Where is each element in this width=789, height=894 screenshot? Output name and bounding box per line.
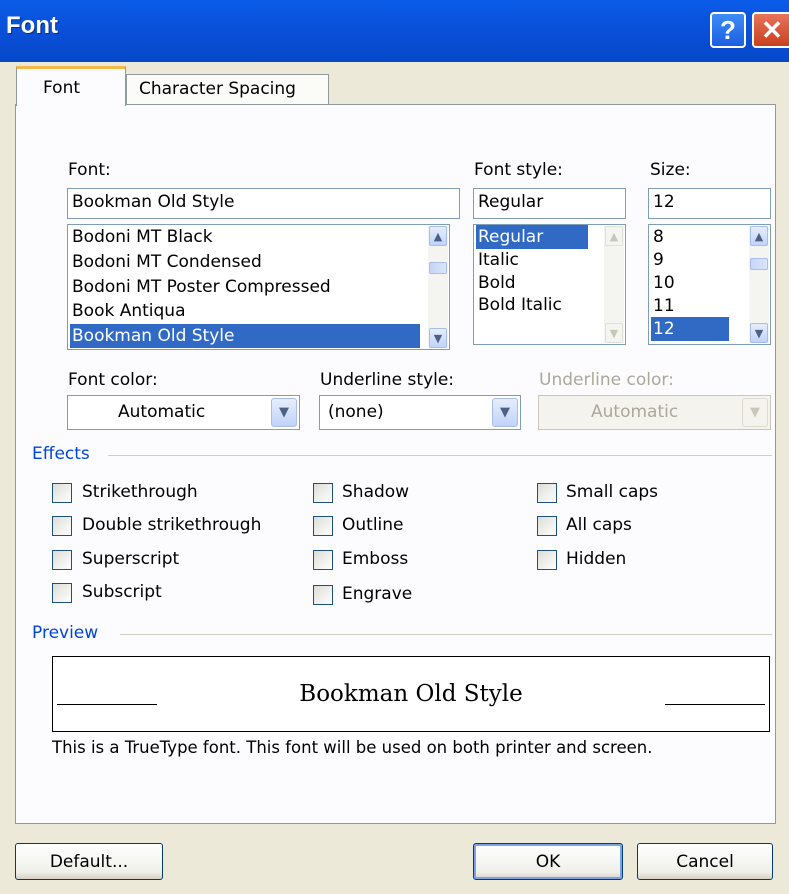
default-button[interactable]: Default... bbox=[15, 843, 163, 880]
underline-style-value: (none) bbox=[328, 402, 384, 422]
font-name-input[interactable]: Bookman Old Style bbox=[67, 188, 460, 219]
font-color-value: Automatic bbox=[118, 402, 206, 422]
hidden-label[interactable]: Hidden bbox=[566, 549, 626, 569]
tab-character-spacing-label: Character Spacing bbox=[139, 79, 296, 99]
scroll-up-arrow-icon[interactable]: ▲ bbox=[429, 226, 447, 246]
subscript-label[interactable]: Subscript bbox=[82, 582, 162, 602]
strikethrough-label[interactable]: Strikethrough bbox=[82, 482, 198, 502]
preview-divider bbox=[120, 634, 772, 635]
engrave-checkbox[interactable] bbox=[313, 585, 333, 605]
all-caps-label[interactable]: All caps bbox=[566, 515, 632, 535]
preview-box: Bookman Old Style bbox=[52, 656, 770, 732]
small-caps-checkbox[interactable] bbox=[537, 483, 557, 503]
font-name-value: Bookman Old Style bbox=[72, 192, 235, 212]
tab-character-spacing[interactable]: Character Spacing bbox=[126, 74, 329, 105]
size-list-scrollbar[interactable]: ▲ ▼ bbox=[749, 226, 769, 343]
default-button-label: Default... bbox=[49, 851, 129, 872]
effects-header: Effects bbox=[32, 444, 90, 464]
chevron-down-icon[interactable]: ▼ bbox=[492, 398, 518, 427]
font-color-label: Font color: bbox=[68, 370, 158, 390]
emboss-checkbox[interactable] bbox=[313, 550, 333, 570]
small-caps-label[interactable]: Small caps bbox=[566, 482, 658, 502]
cancel-button-label: Cancel bbox=[676, 851, 734, 872]
scrollbar-thumb[interactable] bbox=[750, 258, 768, 270]
chevron-down-icon[interactable]: ▼ bbox=[271, 398, 297, 427]
preview-header: Preview bbox=[32, 623, 99, 643]
chevron-down-icon: ▼ bbox=[742, 398, 768, 427]
underline-color-value: Automatic bbox=[591, 402, 679, 422]
list-item[interactable]: Bold bbox=[476, 271, 588, 295]
hidden-checkbox[interactable] bbox=[537, 550, 557, 570]
list-item-selected[interactable]: Bookman Old Style bbox=[70, 324, 420, 348]
shadow-label[interactable]: Shadow bbox=[342, 482, 409, 502]
list-item[interactable]: 11 bbox=[651, 294, 729, 318]
close-button[interactable]: ✕ bbox=[752, 12, 789, 48]
double-strikethrough-label[interactable]: Double strikethrough bbox=[82, 515, 261, 535]
emboss-label[interactable]: Emboss bbox=[342, 549, 408, 569]
tab-font-label: Font bbox=[43, 78, 81, 98]
effects-divider bbox=[108, 455, 772, 456]
double-strikethrough-checkbox[interactable] bbox=[52, 516, 72, 536]
list-item[interactable]: Book Antiqua bbox=[70, 299, 420, 323]
scroll-down-arrow-icon[interactable]: ▼ bbox=[429, 328, 447, 348]
cancel-button[interactable]: Cancel bbox=[637, 843, 773, 880]
scroll-down-arrow-icon[interactable]: ▼ bbox=[750, 323, 768, 343]
font-list-scrollbar[interactable]: ▲ ▼ bbox=[428, 226, 448, 348]
underline-color-select[interactable]: Automatic ▼ bbox=[538, 395, 771, 430]
preview-sample-text: Bookman Old Style bbox=[299, 681, 523, 707]
size-value: 12 bbox=[653, 192, 675, 212]
list-item[interactable]: Bodoni MT Condensed bbox=[70, 250, 420, 274]
scrollbar-thumb[interactable] bbox=[429, 262, 447, 274]
size-list[interactable]: 8 9 10 11 12 ▲ ▼ bbox=[648, 224, 771, 345]
list-item[interactable]: Bodoni MT Poster Compressed bbox=[70, 275, 420, 299]
tab-font[interactable]: Font bbox=[16, 66, 126, 106]
size-label: Size: bbox=[650, 160, 691, 180]
font-style-input[interactable]: Regular bbox=[473, 188, 626, 219]
strikethrough-checkbox[interactable] bbox=[52, 483, 72, 503]
font-style-value: Regular bbox=[478, 192, 544, 212]
superscript-label[interactable]: Superscript bbox=[82, 549, 179, 569]
ok-button-label: OK bbox=[535, 851, 561, 872]
title-bar[interactable]: Font ? ✕ bbox=[0, 0, 789, 62]
help-button[interactable]: ? bbox=[710, 12, 746, 48]
all-caps-checkbox[interactable] bbox=[537, 516, 557, 536]
size-input[interactable]: 12 bbox=[648, 188, 771, 219]
window-title: Font bbox=[6, 12, 58, 39]
font-list[interactable]: Bodoni MT Black Bodoni MT Condensed Bodo… bbox=[67, 224, 450, 350]
font-label: Font: bbox=[68, 160, 111, 180]
list-item[interactable]: 9 bbox=[651, 248, 729, 272]
list-item-selected[interactable]: Regular bbox=[476, 225, 588, 249]
list-item[interactable]: Bold Italic bbox=[476, 293, 588, 317]
close-icon: ✕ bbox=[761, 14, 783, 45]
scroll-up-arrow-icon[interactable]: ▲ bbox=[605, 226, 623, 246]
shadow-checkbox[interactable] bbox=[313, 483, 333, 503]
scroll-up-arrow-icon[interactable]: ▲ bbox=[750, 226, 768, 246]
list-item[interactable]: 8 bbox=[651, 225, 729, 249]
font-style-scrollbar[interactable]: ▲ ▼ bbox=[604, 226, 624, 343]
font-style-list[interactable]: Regular Italic Bold Bold Italic ▲ ▼ bbox=[473, 224, 626, 345]
ok-button[interactable]: OK bbox=[473, 843, 623, 880]
outline-checkbox[interactable] bbox=[313, 516, 333, 536]
question-mark-icon: ? bbox=[720, 14, 736, 45]
underline-style-label: Underline style: bbox=[320, 370, 455, 390]
list-item[interactable]: Italic bbox=[476, 248, 588, 272]
font-style-label: Font style: bbox=[474, 160, 563, 180]
underline-style-select[interactable]: (none) ▼ bbox=[319, 395, 521, 430]
list-item-selected[interactable]: 12 bbox=[651, 317, 729, 341]
underline-color-label: Underline color: bbox=[539, 370, 674, 390]
preview-right-rule bbox=[665, 704, 765, 705]
font-color-select[interactable]: Automatic ▼ bbox=[67, 395, 300, 430]
list-item[interactable]: 10 bbox=[651, 271, 729, 295]
scroll-down-arrow-icon[interactable]: ▼ bbox=[605, 323, 623, 343]
subscript-checkbox[interactable] bbox=[52, 583, 72, 603]
engrave-label[interactable]: Engrave bbox=[342, 584, 412, 604]
outline-label[interactable]: Outline bbox=[342, 515, 404, 535]
list-item[interactable]: Bodoni MT Black bbox=[70, 225, 420, 249]
font-info-note: This is a TrueType font. This font will … bbox=[52, 738, 653, 757]
superscript-checkbox[interactable] bbox=[52, 550, 72, 570]
